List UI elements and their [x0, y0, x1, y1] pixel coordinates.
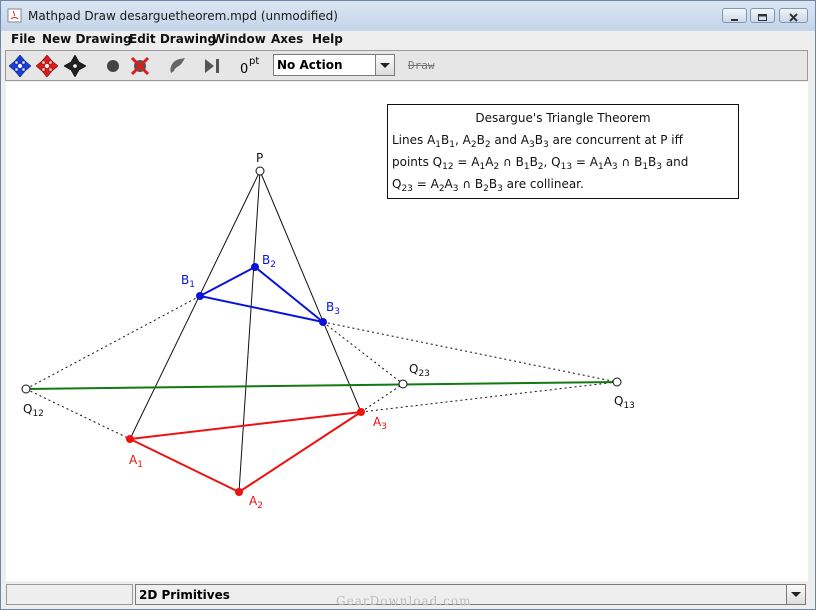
point-a3[interactable]: [357, 408, 365, 416]
point-label-button[interactable]: 0 pt: [239, 55, 267, 77]
point-b3[interactable]: [319, 318, 327, 326]
menu-edit-drawing[interactable]: Edit Drawing: [129, 32, 216, 46]
geometry-drawing[interactable]: P Q12 Q13 Q23 A1 A2 A3 B1 B2 B3 Desargue…: [6, 82, 808, 581]
mode-select-arrow[interactable]: [786, 585, 805, 604]
point-q23[interactable]: [398, 379, 408, 389]
collinear-line: [25, 381, 618, 390]
action-select-value: No Action: [277, 58, 343, 72]
delete-icon[interactable]: [129, 55, 151, 77]
action-select[interactable]: No Action: [273, 54, 395, 76]
label-a3: A3: [373, 415, 387, 432]
label-a2: A2: [249, 494, 263, 511]
window-title: Mathpad Draw desarguetheorem.mpd (unmodi…: [28, 9, 338, 23]
menu-bar: File New Drawing Edit Drawing Window Axe…: [1, 31, 815, 49]
draw-button[interactable]: Draw: [404, 54, 444, 78]
point-b1[interactable]: [196, 292, 204, 300]
red-move-icon[interactable]: [36, 55, 58, 77]
menu-window[interactable]: Window: [212, 32, 266, 46]
close-button[interactable]: [779, 8, 808, 23]
label-b3: B3: [326, 300, 340, 317]
point-q13[interactable]: [612, 377, 622, 387]
draw-button-label: Draw: [408, 59, 435, 72]
label-q13: Q13: [614, 394, 635, 411]
toolbar: 0 pt No Action Draw: [5, 50, 808, 81]
black-move-icon[interactable]: [64, 55, 86, 77]
title-bar: Mathpad Draw desarguetheorem.mpd (unmodi…: [1, 1, 815, 31]
point-p[interactable]: [255, 166, 265, 176]
triangle-b: [197, 265, 324, 323]
action-select-arrow[interactable]: [375, 55, 394, 75]
chevron-down-icon: [380, 63, 390, 68]
menu-help[interactable]: Help: [312, 32, 343, 46]
triangle-a: [126, 411, 362, 494]
theorem-title: Desargue's Triangle Theorem: [475, 111, 650, 125]
maximize-icon: [758, 14, 767, 21]
point-b2[interactable]: [251, 263, 259, 271]
point-a2[interactable]: [235, 488, 243, 496]
label-b2: B2: [262, 253, 276, 270]
label-b1: B1: [181, 273, 195, 290]
label-q23: Q23: [409, 362, 430, 379]
blue-move-icon[interactable]: [9, 55, 31, 77]
minimize-icon: [731, 19, 738, 21]
minimize-button[interactable]: [722, 8, 747, 23]
pen-icon[interactable]: [167, 55, 189, 77]
dotted-b3-q13: [322, 321, 618, 383]
status-field: [6, 584, 133, 605]
theorem-textbox[interactable]: Desargue's Triangle Theorem Lines A1B1, …: [387, 104, 739, 199]
point-label-text: 0: [240, 62, 249, 77]
label-p: P: [256, 151, 263, 165]
menu-axes[interactable]: Axes: [271, 32, 303, 46]
dotted-b1-q12: [25, 295, 201, 390]
chevron-down-icon: [791, 592, 801, 597]
point-q12[interactable]: [21, 384, 31, 394]
menu-new-drawing[interactable]: New Drawing: [42, 32, 132, 46]
menu-file[interactable]: File: [11, 32, 36, 46]
maximize-button[interactable]: [750, 8, 775, 23]
java-app-icon: [7, 8, 22, 23]
point-a1[interactable]: [126, 435, 134, 443]
label-a1: A1: [129, 453, 143, 470]
dotted-b3-q23: [322, 321, 404, 385]
record-icon[interactable]: [102, 55, 124, 77]
app-window: Mathpad Draw desarguetheorem.mpd (unmodi…: [0, 0, 816, 610]
mode-select-value: 2D Primitives: [139, 588, 230, 602]
line-p-a3: [259, 170, 362, 413]
label-q12: Q12: [23, 402, 44, 419]
line-p-a2: [238, 170, 261, 493]
watermark: GearDownload.com: [336, 594, 472, 608]
drawing-canvas[interactable]: P Q12 Q13 Q23 A1 A2 A3 B1 B2 B3 Desargue…: [6, 82, 808, 581]
close-icon: [789, 13, 798, 22]
point-label-superscript: pt: [249, 56, 260, 67]
step-play-icon[interactable]: [202, 55, 224, 77]
